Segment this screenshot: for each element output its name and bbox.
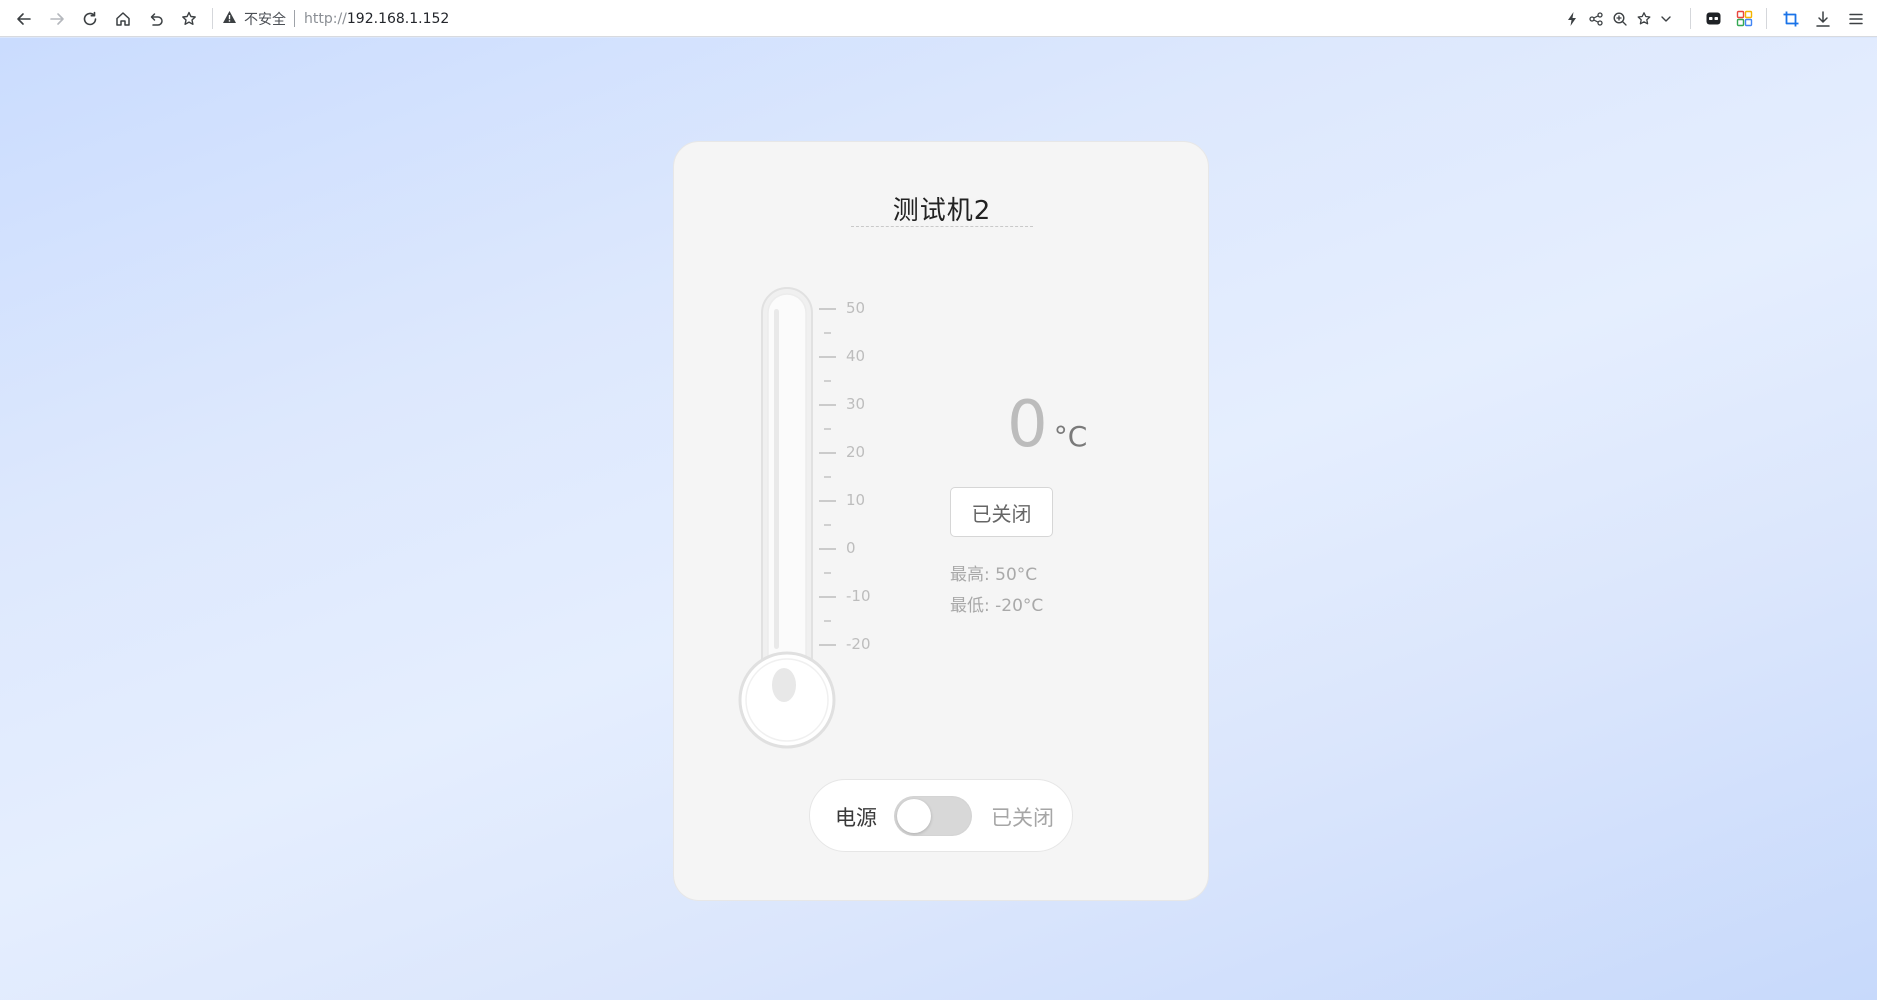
page-content: 测试机2 50 40 30 20 10 0 -10 -20 0 °C 已关闭 最… bbox=[0, 38, 1877, 1000]
apps-grid-icon bbox=[1736, 10, 1753, 27]
scale-label: 10 bbox=[846, 491, 866, 509]
scale-label: 50 bbox=[846, 299, 866, 317]
scale-label: 0 bbox=[846, 539, 856, 557]
temperature-unit: °C bbox=[1053, 420, 1088, 453]
share-icon bbox=[1588, 11, 1603, 26]
reload-icon bbox=[83, 11, 96, 25]
title-underline bbox=[851, 226, 1033, 227]
home-icon bbox=[115, 11, 130, 26]
power-state-label: 已关闭 bbox=[991, 806, 1054, 830]
min-temperature-label: 最低: -20°C bbox=[950, 596, 1044, 616]
lightning-icon bbox=[1567, 11, 1576, 26]
warning-icon bbox=[222, 9, 237, 28]
scale-label: -10 bbox=[846, 587, 871, 605]
extension-icon bbox=[1706, 12, 1721, 25]
toolbar-separator bbox=[1690, 8, 1691, 29]
back-button[interactable] bbox=[9, 4, 38, 33]
browser-toolbar: 不安全 http:// 192.168.1.152 bbox=[0, 0, 1877, 37]
device-status-button[interactable]: 已关闭 bbox=[950, 487, 1053, 537]
temperature-value: 0 bbox=[1007, 388, 1048, 462]
favorites-dropdown[interactable] bbox=[1651, 4, 1680, 33]
bookmark-star-icon bbox=[181, 11, 196, 25]
favorites-star-icon bbox=[1637, 11, 1650, 24]
home-button[interactable] bbox=[108, 4, 137, 33]
back-icon bbox=[16, 12, 31, 25]
toolbar-separator bbox=[212, 8, 213, 29]
url-protocol[interactable]: http:// bbox=[304, 11, 347, 27]
menu-button[interactable] bbox=[1841, 4, 1870, 33]
undo-icon bbox=[150, 12, 163, 26]
crop-button[interactable] bbox=[1776, 4, 1805, 33]
crop-icon bbox=[1783, 11, 1798, 26]
download-icon bbox=[1815, 10, 1830, 27]
zoom-icon bbox=[1612, 11, 1627, 26]
max-temperature-label: 最高: 50°C bbox=[950, 565, 1038, 585]
security-label[interactable]: 不安全 bbox=[244, 9, 286, 29]
forward-icon bbox=[49, 12, 64, 25]
toolbar-separator bbox=[1766, 8, 1767, 29]
scale-label: 20 bbox=[846, 443, 866, 461]
temperature-readout: 0 °C bbox=[1007, 387, 1087, 457]
forward-button[interactable] bbox=[42, 4, 71, 33]
chevron-down-icon bbox=[1660, 15, 1671, 22]
device-title: 测试机2 bbox=[892, 196, 992, 226]
power-label: 电源 bbox=[835, 806, 877, 830]
address-bar[interactable]: 不安全 http:// 192.168.1.152 bbox=[222, 0, 449, 37]
power-switch-knob[interactable] bbox=[897, 799, 931, 833]
download-button[interactable] bbox=[1808, 4, 1837, 33]
apps-button[interactable] bbox=[1730, 4, 1759, 33]
extension-button[interactable] bbox=[1699, 4, 1728, 33]
address-separator bbox=[294, 10, 295, 27]
menu-icon bbox=[1848, 13, 1863, 24]
url-host[interactable]: 192.168.1.152 bbox=[347, 11, 449, 27]
bookmark-button[interactable] bbox=[174, 4, 203, 33]
scale-label: 30 bbox=[846, 395, 866, 413]
scale-label: -20 bbox=[846, 635, 871, 653]
power-switch[interactable] bbox=[894, 796, 972, 836]
power-control: 电源 已关闭 bbox=[809, 779, 1073, 852]
reload-button[interactable] bbox=[75, 4, 104, 33]
device-card: 测试机2 50 40 30 20 10 0 -10 -20 0 °C 已关闭 最… bbox=[673, 141, 1209, 901]
undo-button[interactable] bbox=[141, 4, 170, 33]
scale-label: 40 bbox=[846, 347, 866, 365]
